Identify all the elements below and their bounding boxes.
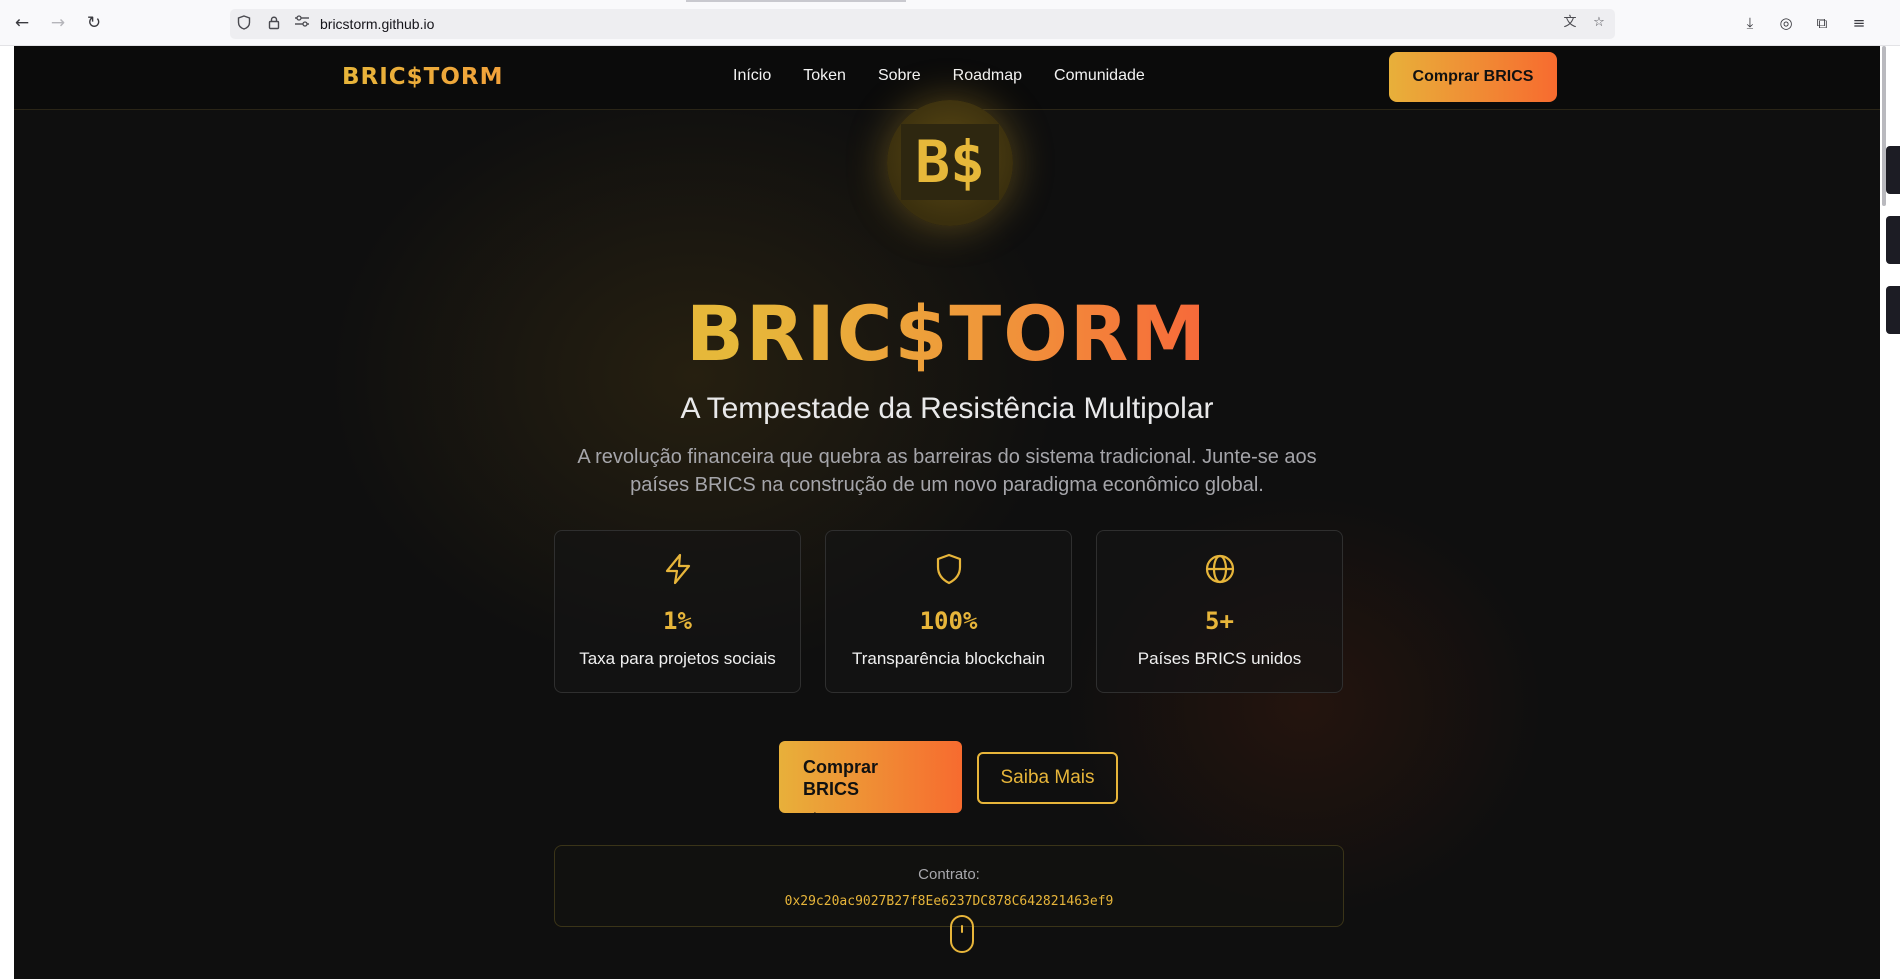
nav-links: Início Token Sobre Roadmap Comunidade [733, 67, 1145, 85]
sidebar-extension-button[interactable] [1886, 216, 1900, 264]
buy-button-label: Comprar BRICS [803, 757, 879, 799]
nav-link-token[interactable]: Token [803, 67, 846, 85]
extensions-icon[interactable]: ⧉ [1812, 13, 1832, 33]
sidebar-panel [1880, 46, 1900, 979]
forward-icon[interactable]: → [48, 13, 68, 33]
contract-label: Contrato: [918, 866, 980, 883]
account-icon[interactable]: ◎ [1776, 13, 1796, 33]
hamburger-menu-icon[interactable]: ≡ [1849, 13, 1869, 33]
lightning-icon [555, 553, 800, 590]
sidebar-extension-button[interactable] [1886, 286, 1900, 334]
stat-label: Países BRICS unidos [1137, 649, 1302, 668]
nav-link-roadmap[interactable]: Roadmap [953, 67, 1022, 85]
nav-buy-button[interactable]: Comprar BRICS [1389, 52, 1557, 102]
token-logo-text: B$ [901, 124, 999, 200]
browser-toolbar: ← → ↻ bricstorm.github.io 文 ☆ ⤓ ◎ ⧉ ≡ [0, 0, 1900, 46]
stat-label: Transparência blockchain [851, 649, 1046, 668]
star-icon[interactable]: ☆ [1591, 15, 1607, 31]
token-logo: B$ [887, 100, 1013, 226]
site-info-icon[interactable] [294, 15, 310, 31]
contract-address[interactable]: 0x29c20ac9027B27f8Ee6237DC878C642821463e… [555, 894, 1343, 909]
window-left-border [0, 46, 14, 979]
contract-box: Contrato: 0x29c20ac9027B27f8Ee6237DC878C… [554, 845, 1344, 927]
stat-value: 5+ [1205, 607, 1234, 635]
stat-card-countries: 5+ Países BRICS unidos [1096, 530, 1343, 693]
nav-link-sobre[interactable]: Sobre [878, 67, 921, 85]
translate-icon[interactable]: 文 [1562, 15, 1578, 31]
stat-label: Taxa para projetos sociais [579, 649, 776, 668]
brand-logo[interactable]: BRIC$TORM [342, 64, 504, 90]
buy-button[interactable]: Comprar BRICS → [779, 741, 962, 821]
globe-icon [1097, 553, 1342, 590]
hero-title: BRIC$TORM [686, 289, 1208, 378]
stat-card-fee: 1% Taxa para projetos sociais [554, 530, 801, 693]
reload-icon[interactable]: ↻ [84, 13, 104, 33]
nav-link-inicio[interactable]: Início [733, 67, 771, 85]
stat-value: 100% [919, 607, 978, 635]
shield-icon [826, 553, 1071, 590]
page-viewport: BRIC$TORM Início Token Sobre Roadmap Com… [14, 46, 1880, 979]
hero-description: A revolução financeira que quebra as bar… [577, 446, 1317, 496]
stat-card-transparency: 100% Transparência blockchain [825, 530, 1072, 693]
address-bar[interactable]: bricstorm.github.io 文 ☆ [230, 9, 1615, 39]
download-icon[interactable]: ⤓ [1740, 13, 1760, 33]
back-icon[interactable]: ← [12, 13, 32, 33]
hero-subtitle: A Tempestade da Resistência Multipolar [680, 392, 1214, 425]
arrow-right-icon: → [803, 801, 821, 821]
scroll-indicator-icon [950, 915, 974, 953]
shield-icon[interactable] [236, 15, 252, 31]
learn-more-button[interactable]: Saiba Mais [977, 752, 1118, 804]
nav-link-comunidade[interactable]: Comunidade [1054, 67, 1145, 85]
sidebar-extension-button[interactable] [1886, 146, 1900, 194]
tab-strip-indicator [686, 0, 906, 2]
lock-icon[interactable] [266, 15, 282, 31]
url-text[interactable]: bricstorm.github.io [320, 16, 434, 32]
stat-value: 1% [663, 607, 692, 635]
